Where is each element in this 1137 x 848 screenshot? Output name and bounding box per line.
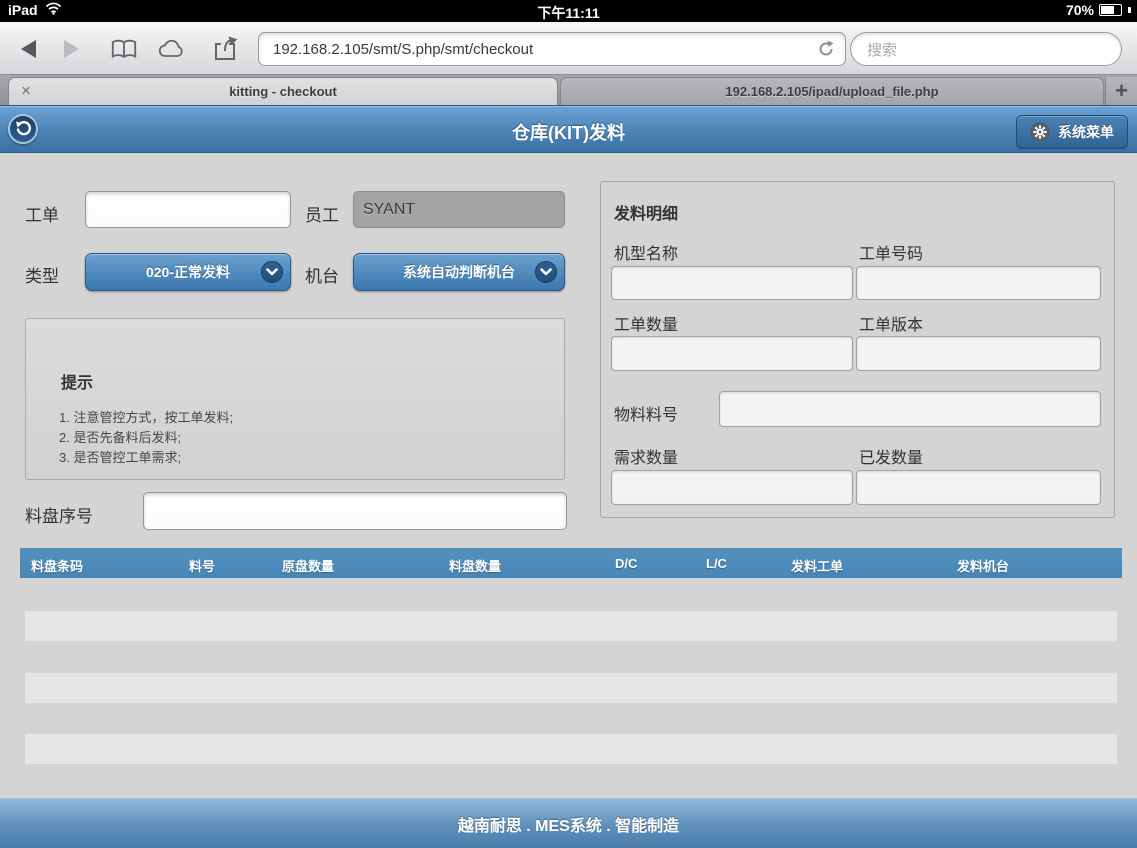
search-field[interactable]: 搜索 xyxy=(850,32,1122,66)
table-row xyxy=(25,673,1117,703)
work-order-no-label: 工单号码 xyxy=(859,240,923,264)
back-nav-button[interactable] xyxy=(14,36,42,62)
ipad-screen: iPad 下午11:11 70% 192.168.2.105/smt/S.ph xyxy=(0,0,1137,848)
hint-line-3: 3. 是否管控工单需求; xyxy=(59,447,181,466)
work-order-no-input[interactable] xyxy=(856,266,1101,300)
reel-serial-input[interactable] xyxy=(143,492,567,530)
app-header: 仓库(KIT)发料 系统菜单 xyxy=(0,105,1137,153)
chevron-down-icon xyxy=(535,261,557,283)
bookmarks-icon[interactable] xyxy=(110,36,138,62)
tab-bar: × kitting - checkout 192.168.2.105/ipad/… xyxy=(0,75,1137,105)
table-header: 料盘条码 料号 原盘数量 料盘数量 D/C L/C 发料工单 发料机台 xyxy=(20,548,1122,578)
detail-panel: 发料明细 机型名称 工单号码 工单数量 工单版本 物料料号 需求数量 已发数量 xyxy=(600,181,1115,518)
browser-toolbar: 192.168.2.105/smt/S.php/smt/checkout 搜索 xyxy=(0,22,1137,75)
footer-text: 越南耐思 . MES系统 . 智能制造 xyxy=(458,812,679,836)
refresh-icon[interactable] xyxy=(817,40,835,58)
battery-nub xyxy=(1128,7,1131,13)
table-row xyxy=(25,734,1117,764)
system-menu-button[interactable]: 系统菜单 xyxy=(1016,115,1128,149)
col-dc: D/C xyxy=(615,556,637,571)
page-title: 仓库(KIT)发料 xyxy=(0,119,1137,145)
machine-dropdown[interactable]: 系统自动判断机台 xyxy=(353,253,565,291)
type-label: 类型 xyxy=(25,262,59,287)
url-text: 192.168.2.105/smt/S.php/smt/checkout xyxy=(273,41,817,58)
employee-label: 员工 xyxy=(305,201,339,226)
tab-kitting-checkout[interactable]: × kitting - checkout xyxy=(8,77,558,105)
battery-percent: 70% xyxy=(1066,2,1094,18)
col-issue-machine: 发料机台 xyxy=(957,556,1009,575)
search-placeholder: 搜索 xyxy=(867,39,897,60)
hint-line-2: 2. 是否先备料后发料; xyxy=(59,427,181,446)
work-order-label: 工单 xyxy=(25,201,59,226)
panel-title: 发料明细 xyxy=(614,200,678,224)
machine-label: 机台 xyxy=(305,262,339,287)
forward-nav-button[interactable] xyxy=(58,36,86,62)
hint-line-1: 1. 注意管控方式，按工单发料; xyxy=(59,407,233,426)
table-row xyxy=(25,611,1117,641)
material-part-no-label: 物料料号 xyxy=(614,401,678,425)
footer: 越南耐思 . MES系统 . 智能制造 xyxy=(0,798,1137,848)
device-label: iPad xyxy=(8,2,38,18)
model-name-input[interactable] xyxy=(611,266,853,300)
work-order-qty-label: 工单数量 xyxy=(614,311,678,335)
status-time: 下午11:11 xyxy=(537,3,599,23)
new-tab-button[interactable]: + xyxy=(1105,77,1137,105)
issued-qty-label: 已发数量 xyxy=(859,444,923,468)
machine-dropdown-value: 系统自动判断机台 xyxy=(403,262,515,282)
work-order-input[interactable] xyxy=(85,191,291,228)
demand-qty-input[interactable] xyxy=(611,470,853,505)
chevron-down-icon xyxy=(261,261,283,283)
work-order-version-input[interactable] xyxy=(856,336,1101,371)
employee-input xyxy=(353,191,565,228)
wifi-icon xyxy=(45,2,62,18)
battery-icon xyxy=(1099,4,1122,16)
reel-serial-label: 料盘序号 xyxy=(25,502,93,527)
status-bar: iPad 下午11:11 70% xyxy=(0,0,1137,22)
url-field[interactable]: 192.168.2.105/smt/S.php/smt/checkout xyxy=(258,32,846,66)
tab-upload-file[interactable]: 192.168.2.105/ipad/upload_file.php xyxy=(560,77,1104,105)
tab-label: kitting - checkout xyxy=(229,84,337,99)
col-original-qty: 原盘数量 xyxy=(282,556,334,575)
col-reel-barcode: 料盘条码 xyxy=(31,556,83,575)
tab-label: 192.168.2.105/ipad/upload_file.php xyxy=(725,84,938,99)
issued-qty-input[interactable] xyxy=(856,470,1101,505)
menu-button-label: 系统菜单 xyxy=(1058,122,1114,142)
work-order-qty-input[interactable] xyxy=(611,336,853,371)
col-part-no: 料号 xyxy=(189,556,215,575)
hint-box: 提示 1. 注意管控方式，按工单发料; 2. 是否先备料后发料; 3. 是否管控… xyxy=(25,318,565,480)
close-tab-icon[interactable]: × xyxy=(21,81,31,101)
demand-qty-label: 需求数量 xyxy=(614,444,678,468)
type-dropdown-value: 020-正常发料 xyxy=(146,262,230,282)
share-icon[interactable] xyxy=(212,36,240,62)
icloud-tabs-icon[interactable] xyxy=(158,36,186,62)
model-name-label: 机型名称 xyxy=(614,240,678,264)
col-reel-qty: 料盘数量 xyxy=(449,556,501,575)
gear-icon xyxy=(1030,122,1050,142)
col-lc: L/C xyxy=(706,556,727,571)
hint-title: 提示 xyxy=(61,369,93,393)
material-part-no-input[interactable] xyxy=(719,391,1101,427)
col-issue-work-order: 发料工单 xyxy=(791,556,843,575)
work-order-version-label: 工单版本 xyxy=(859,311,923,335)
type-dropdown[interactable]: 020-正常发料 xyxy=(85,253,291,291)
